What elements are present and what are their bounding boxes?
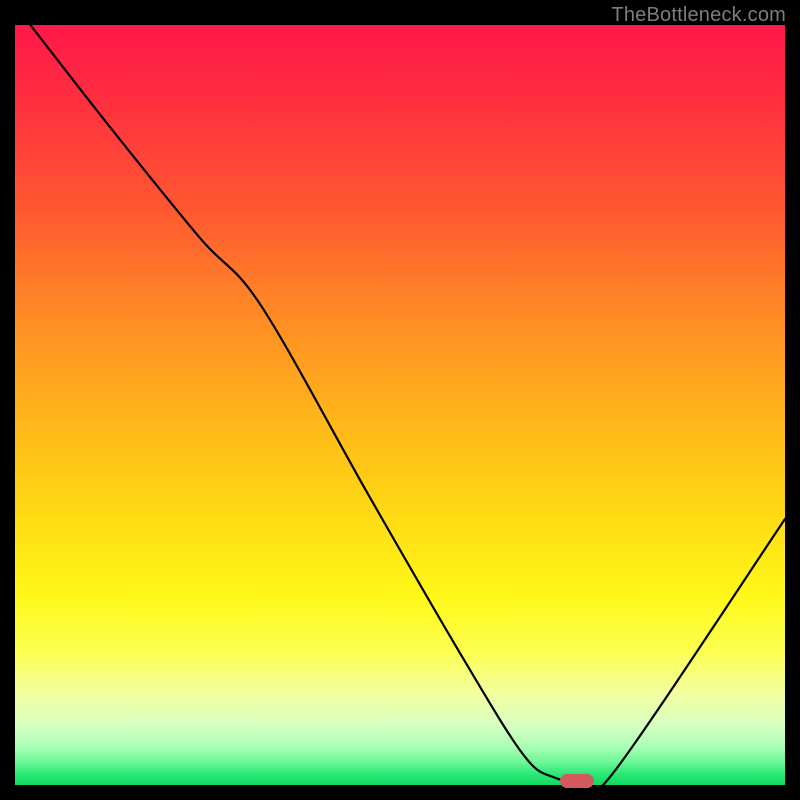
bottleneck-curve bbox=[30, 25, 785, 785]
plot-area bbox=[15, 25, 785, 785]
watermark-text: TheBottleneck.com bbox=[611, 4, 786, 27]
chart-frame: TheBottleneck.com bbox=[0, 0, 800, 800]
curve-svg bbox=[15, 25, 785, 785]
optimum-marker bbox=[560, 774, 594, 788]
